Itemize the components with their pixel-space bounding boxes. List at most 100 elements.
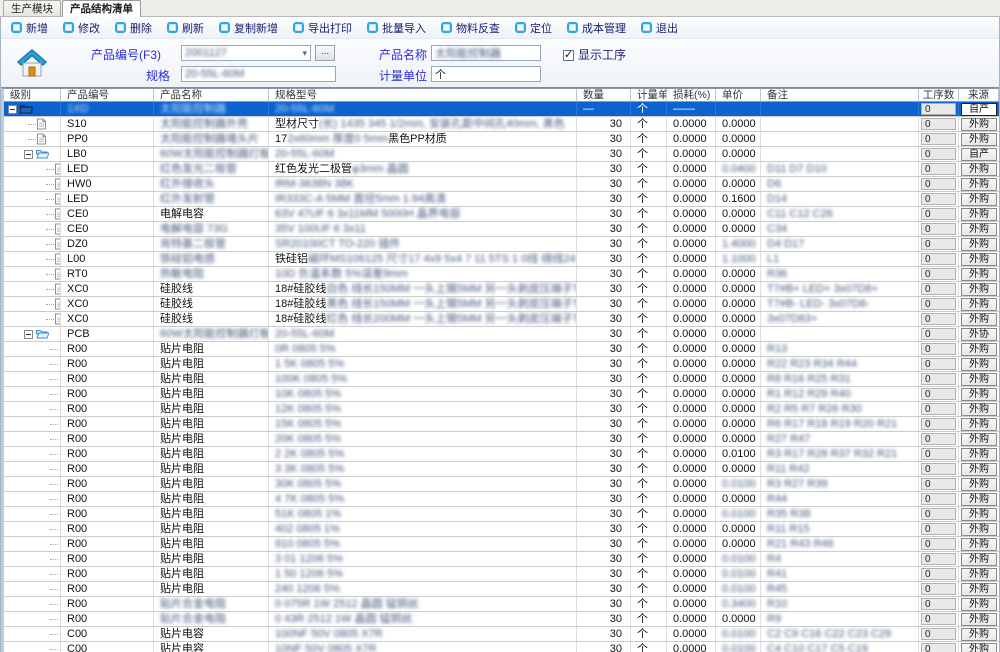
tree-collapse-icon[interactable] [8,105,17,114]
remark-cell: C11 C12 C26 [761,207,919,221]
product-code-cell: R00 [61,522,154,536]
spec-model-cell: 红色发光二极管 φ3mm 晶圆 [269,162,577,176]
tab-production-module[interactable]: 生产模块 [3,0,61,16]
tree-collapse-icon[interactable] [24,330,33,339]
toolbar-button-批量导入[interactable]: 批量导入 [367,20,426,36]
toolbar-button-删除[interactable]: 删除 [115,20,152,36]
table-row[interactable]: R00贴片电阻3 3K 0805 5%30个0.00000.0000R11 R4… [4,462,999,477]
column-header-proc[interactable]: 工序数 [919,89,959,101]
unit-cell: 个 [631,102,667,116]
toolbar-button-导出打印[interactable]: 导出打印 [293,20,352,36]
table-row[interactable]: LED红外发射管IR333C-A 5MM 直径5mm 1.94高清30个0.00… [4,192,999,207]
table-row[interactable]: XC0硅胶线18#硅胶线 红色 线长200MM 一头上锡5MM 另一头剥皮压端子… [4,312,999,327]
quantity-cell: 30 [577,462,631,476]
table-row[interactable]: C00贴片电容100NF 50V 0805 X7R30个0.00000.0100… [4,627,999,642]
table-row[interactable]: DZ0肖特基二极管SR20100CT TO-220 插件30个0.00001.4… [4,237,999,252]
toolbar-button-成本管理[interactable]: 成本管理 [567,20,626,36]
table-row[interactable]: R00贴片电阻0R 0805 5%30个0.00000.0000R130外购 [4,342,999,357]
table-row[interactable]: R00贴片电阻20K 0805 5%30个0.00000.0000R27 R47… [4,432,999,447]
cell-text: 0.0000 [722,432,756,446]
table-row[interactable]: XC0硅胶线18#硅胶线 白色 线长150MM 一头上锡5MM 另一头剥皮压端子… [4,282,999,297]
document-icon [54,313,61,325]
browse-button[interactable]: ... [315,45,335,61]
tree-collapse-icon[interactable] [24,150,33,159]
toolbar-button-退出[interactable]: 退出 [641,20,678,36]
toolbar-button-刷新[interactable]: 刷新 [167,20,204,36]
checkbox-icon[interactable] [563,50,574,61]
column-header-name[interactable]: 产品名称 [154,89,269,101]
table-row[interactable]: R00贴片电阻51K 0805 1%30个0.00000.0100R35 R38… [4,507,999,522]
table-row[interactable]: R00贴片合金电阻0 43R 2512 1W 晶圆 锰铜丝30个0.00000.… [4,612,999,627]
source-cell: 外协 [959,327,999,341]
show-process-checkbox[interactable]: 显示工序 [563,46,626,63]
table-row[interactable]: C00贴片电容10NF 50V 0805 X7R30个0.00000.0100C… [4,642,999,652]
table-row[interactable]: R00贴片电阻100K 0805 5%30个0.00000.0000R8 R16… [4,372,999,387]
loss-cell: 0.0000 [667,507,716,521]
table-row[interactable]: R00贴片电阻3 01 1206 5%30个0.00000.0100R40外购 [4,552,999,567]
column-header-remark[interactable]: 备注 [761,89,919,101]
cell-text: R00 [67,477,87,491]
remark-cell: R36 [761,267,919,281]
product-name-field[interactable]: 太阳能控制器 [431,45,541,61]
column-header-level[interactable]: 级别 [4,89,61,101]
table-row[interactable]: R00贴片电阻10K 0805 5%30个0.00000.0000R1 R12 … [4,387,999,402]
tree-level-cell [4,342,61,356]
table-row[interactable]: R00贴片电阻12K 0805 5%30个0.00000.0000R2 R5 R… [4,402,999,417]
table-row[interactable]: 1XD太阳能控制器20-55L-60M—个——0自产 [4,102,999,117]
source-box: 外购 [961,373,997,386]
column-header-price[interactable]: 单价 [716,89,761,101]
table-row[interactable]: HW0红外接收头IRM-3638N 38K30个0.00000.0000D60外… [4,177,999,192]
table-row[interactable]: R00贴片电阻240 1206 5%30个0.00000.0100R450外购 [4,582,999,597]
product-no-combobox[interactable]: 2001127 ▾ [181,45,311,61]
unit-price-cell: 0.0000 [716,297,761,311]
table-row[interactable]: L00铁硅铝电感铁硅铝 磁环MS106125 尺寸17 4x9 5x4 7 11… [4,252,999,267]
table-row[interactable]: PCB60W太阳能控制器灯板20-55L-60M30个0.00000.00000… [4,327,999,342]
column-header-qty[interactable]: 数量 [577,89,631,101]
spec-field[interactable]: 20-55L-60M [181,66,336,82]
table-row[interactable]: CE0电解电容 73G35V 100UF 6 3x1130个0.00000.00… [4,222,999,237]
unit-field[interactable]: 个 [431,66,541,82]
toolbar-button-定位[interactable]: 定位 [515,20,552,36]
column-header-unit[interactable]: 计量单位 [631,89,667,101]
table-row[interactable]: LED红色发光二极管红色发光二极管 φ3mm 晶圆30个0.00000.0400… [4,162,999,177]
process-count-cell: 0 [919,462,959,476]
show-process-label: 显示工序 [578,48,626,62]
quantity-cell: 30 [577,522,631,536]
spec-model-cell: 型材尺寸(长) 1435 345 1/2mm, 安装孔距中间孔40mm, 黑色 [269,117,577,131]
toolbar-button-复制新增[interactable]: 复制新增 [219,20,278,36]
chevron-down-icon[interactable]: ▾ [302,50,307,56]
spec-model-cell: SR20100CT TO-220 插件 [269,237,577,251]
table-row[interactable]: R00贴片合金电阻0 075R 1W 2512 晶圆 锰铜丝30个0.00000… [4,597,999,612]
table-row[interactable]: R00贴片电阻4 7K 0805 5%30个0.00000.0000R440外购 [4,492,999,507]
column-header-code[interactable]: 产品编号 [61,89,154,101]
column-header-spec[interactable]: 规格型号 [269,89,577,101]
table-row[interactable]: R00贴片电阻1 50 1206 5%30个0.00000.0100R410外购 [4,567,999,582]
table-row[interactable]: RT0热敏电阻10D 负温系数 5%误差9mm30个0.00000.0000R3… [4,267,999,282]
column-header-loss[interactable]: 损耗(%) [667,89,716,101]
table-row[interactable]: R00贴片电阻1 5K 0805 5%30个0.00000.0000R22 R2… [4,357,999,372]
table-row[interactable]: R00贴片电阻30K 0805 5%30个0.00000.0100R3 R27 … [4,477,999,492]
product-code-cell: LED [61,192,154,206]
column-header-src[interactable]: 来源 [959,89,999,101]
table-row[interactable]: R00贴片电阻2 2K 0805 5%30个0.00000.0100R3 R17… [4,447,999,462]
quantity-cell: 30 [577,552,631,566]
tree-level-cell [4,147,61,161]
table-row[interactable]: PP0太阳能控制器堵头片17 2x60mm 厚度0 5mm 黑色PP材质30个0… [4,132,999,147]
table-row[interactable]: R00贴片电阻402 0805 1%30个0.00000.0000R11 R15… [4,522,999,537]
tab-product-structure-list[interactable]: 产品结构清单 [62,0,141,17]
toolbar-button-物料反查[interactable]: 物料反查 [441,20,500,36]
table-row[interactable]: XC0硅胶线18#硅胶线 黑色 线长150MM 一头上锡5MM 另一头剥皮压端子… [4,297,999,312]
toolbar-button-新增[interactable]: 新增 [11,20,48,36]
tree-level-cell [4,627,61,641]
unit-price-cell: 0.3400 [716,597,761,611]
table-row[interactable]: R00贴片电阻910 0805 5%30个0.00000.0000R21 R43… [4,537,999,552]
toolbar-button-修改[interactable]: 修改 [63,20,100,36]
table-row[interactable]: S10太阳能控制器外壳型材尺寸(长) 1435 345 1/2mm, 安装孔距中… [4,117,999,132]
source-box: 外购 [961,493,997,506]
table-row[interactable]: R00贴片电阻15K 0805 5%30个0.00000.0000R6 R17 … [4,417,999,432]
unit-price-cell: 0.0000 [716,177,761,191]
blue-square-icon [567,22,578,33]
table-row[interactable]: LB060W太阳能控制器灯板20-55L-60M30个0.00000.00000… [4,147,999,162]
table-row[interactable]: CE0电解电容63V 47UF 6 3x11MM 5000H 晶界电容30个0.… [4,207,999,222]
product-name-cell: 肖特基二极管 [154,237,269,251]
